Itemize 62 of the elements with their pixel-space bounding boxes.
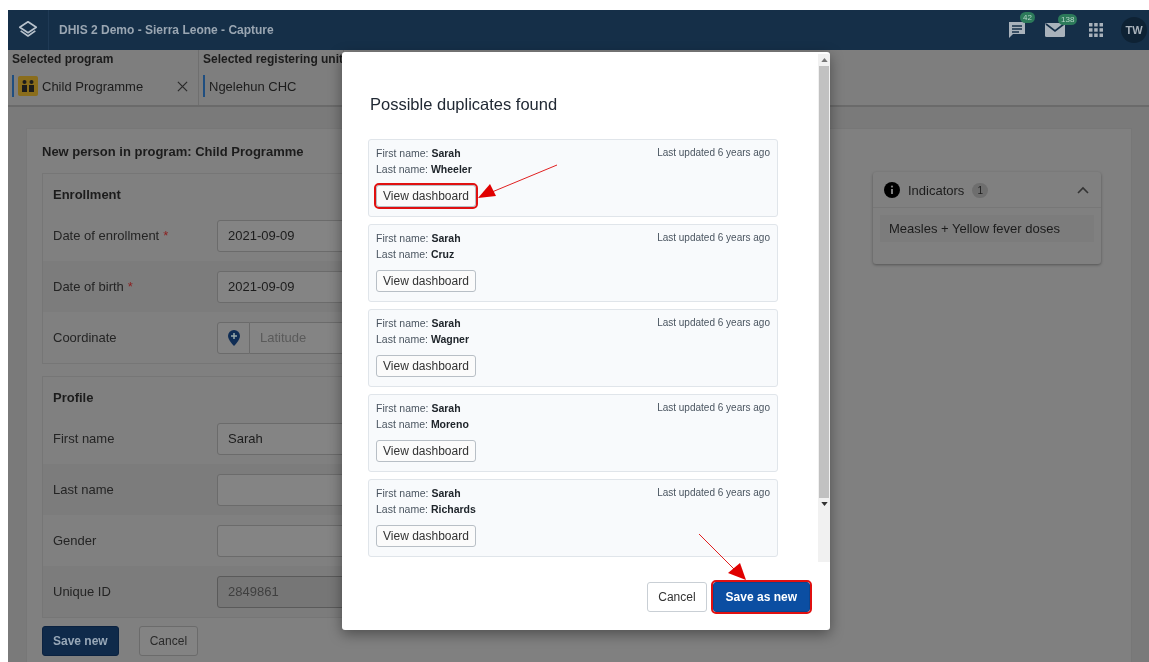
last-name-text: Last name: Richards (376, 503, 476, 515)
user-avatar[interactable]: TW (1121, 17, 1147, 43)
context-label: Selected registering unit (203, 52, 344, 66)
field-label: Gender (53, 533, 97, 548)
app-title: DHIS 2 Demo - Sierra Leone - Capture (59, 23, 274, 37)
dialog-title: Possible duplicates found (370, 95, 558, 114)
last-name-text: Last name: Moreno (376, 418, 469, 430)
view-dashboard-button[interactable]: View dashboard (376, 185, 476, 207)
count-badge: 1 (972, 182, 988, 198)
scrollbar-thumb[interactable] (819, 66, 829, 498)
first-name-text: First name: Sarah (376, 402, 462, 414)
last-updated-text: Last updated 6 years ago (657, 232, 770, 245)
required-mark: * (127, 279, 133, 294)
info-icon (884, 182, 900, 198)
first-name-text: First name: Sarah (376, 147, 462, 159)
close-icon[interactable] (177, 80, 188, 92)
chat-icon[interactable] (1007, 20, 1027, 40)
view-dashboard-button[interactable]: View dashboard (376, 355, 476, 377)
message-count-badge: 42 (1020, 12, 1035, 23)
widget-title: Indicators (908, 182, 965, 198)
scroll-up-icon[interactable] (820, 58, 828, 62)
field-label: First name (53, 431, 115, 446)
view-dashboard-button[interactable]: View dashboard (376, 440, 476, 462)
children-icon (18, 76, 38, 96)
field-label: Date of enrollment (53, 228, 160, 243)
first-name-text: First name: Sarah (376, 487, 462, 499)
field-label: Unique ID (53, 584, 111, 599)
section-title: Enrollment (52, 186, 122, 204)
mail-icon[interactable] (1045, 22, 1065, 38)
dialog-button[interactable]: Cancel (647, 582, 707, 612)
first-name-text: First name: Sarah (376, 317, 462, 329)
scroll-down-icon[interactable] (820, 502, 828, 506)
indicator-item: Measles + Yellow fever doses (880, 215, 1094, 242)
map-pin-button[interactable] (217, 321, 250, 354)
view-dashboard-button[interactable]: View dashboard (376, 525, 476, 547)
last-updated-text: Last updated 6 years ago (657, 487, 770, 500)
context-value[interactable]: Child Programme (42, 78, 144, 94)
form-button[interactable]: Cancel (138, 626, 199, 656)
map-pin-icon (227, 329, 240, 346)
last-name-text: Last name: Cruz (376, 248, 456, 260)
last-name-text: Last name: Wagner (376, 333, 469, 345)
mail-count-badge: 138 (1058, 14, 1078, 25)
scrollbar[interactable] (818, 54, 830, 562)
last-name-text: Last name: Wheeler (376, 163, 472, 175)
field-label: Last name (53, 482, 114, 497)
last-updated-text: Last updated 6 years ago (657, 402, 770, 415)
dialog-button[interactable]: Save as new (712, 582, 810, 612)
annotation-arrow (698, 533, 748, 581)
view-dashboard-button[interactable]: View dashboard (376, 270, 476, 292)
required-mark: * (163, 228, 169, 243)
field-label: Date of birth (53, 279, 124, 294)
form-button[interactable]: Save new (42, 626, 119, 656)
context-value[interactable]: Ngelehun CHC (209, 78, 297, 94)
first-name-text: First name: Sarah (376, 232, 461, 244)
form-title: New person in program: Child Programme (42, 144, 304, 159)
field-label: Coordinate (53, 330, 117, 345)
context-label: Selected program (12, 52, 114, 66)
last-updated-text: Last updated 6 years ago (657, 147, 770, 160)
chevron-icon[interactable] (1077, 186, 1089, 194)
apps-grid-icon[interactable] (1089, 23, 1103, 37)
section-title: Profile (52, 389, 95, 407)
last-updated-text: Last updated 6 years ago (657, 317, 770, 330)
